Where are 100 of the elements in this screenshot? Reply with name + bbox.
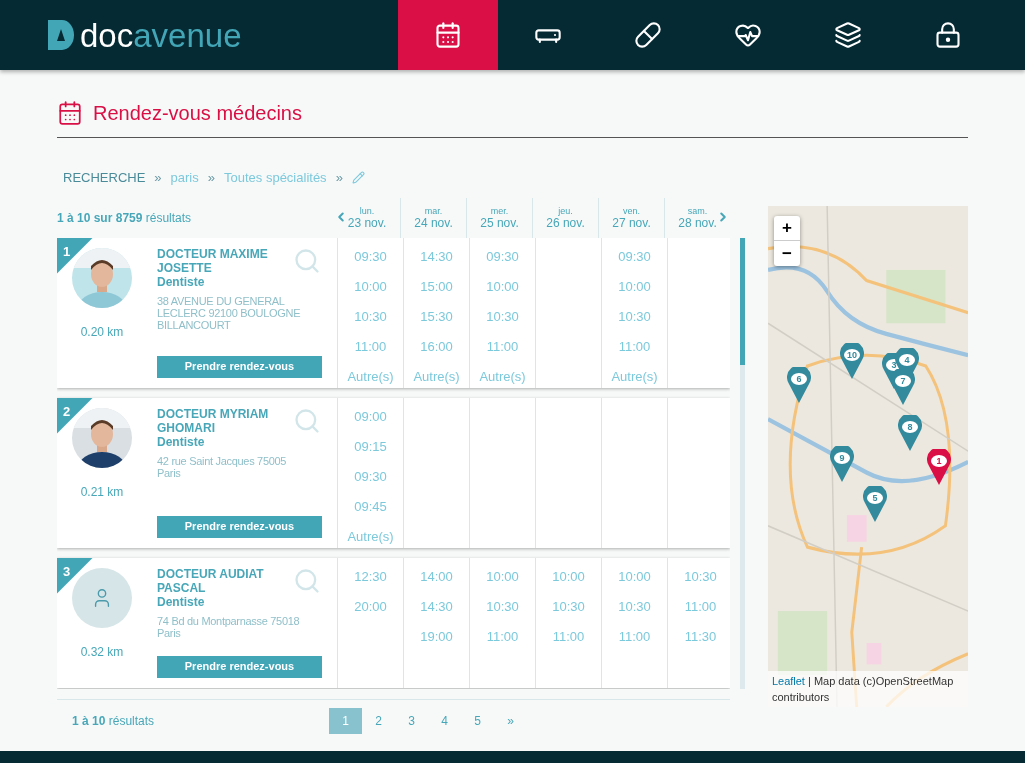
time-slot[interactable]: 14:30 bbox=[420, 591, 453, 622]
zoom-out-button[interactable]: − bbox=[773, 240, 800, 266]
more-slots-link[interactable]: Autre(s) bbox=[413, 361, 460, 388]
map-marker[interactable]: 5 bbox=[862, 485, 887, 522]
page-link[interactable]: 4 bbox=[428, 707, 461, 734]
map-marker[interactable]: 9 bbox=[829, 445, 854, 482]
date: 27 nov. bbox=[612, 215, 651, 230]
time-slot[interactable]: 19:00 bbox=[420, 621, 453, 652]
time-slot[interactable]: 10:30 bbox=[354, 301, 387, 332]
time-slot[interactable]: 14:00 bbox=[420, 561, 453, 592]
time-slot[interactable]: 11:30 bbox=[684, 621, 717, 652]
book-appointment-button[interactable]: Prendre rendez-vous bbox=[157, 515, 322, 538]
time-slot[interactable]: 11:00 bbox=[354, 331, 387, 362]
breadcrumb-link[interactable]: RECHERCHE bbox=[63, 168, 146, 188]
date: 26 nov. bbox=[546, 215, 585, 230]
specialty: Dentiste bbox=[157, 594, 206, 609]
specialty: Dentiste bbox=[157, 274, 206, 289]
rank-number: 1 bbox=[63, 242, 71, 261]
edit-icon[interactable] bbox=[351, 171, 365, 185]
pill-icon bbox=[634, 21, 662, 49]
time-slot[interactable]: 10:00 bbox=[486, 561, 519, 592]
page-link[interactable]: 5 bbox=[461, 707, 494, 734]
map[interactable]: + − 1 3 4 5 6 7 8 9 10 Leaflet | Map data (c)OpenStreetMap contributors bbox=[767, 205, 968, 707]
map-marker[interactable]: 7 bbox=[890, 368, 915, 405]
more-slots-link[interactable]: Autre(s) bbox=[347, 521, 394, 548]
time-slot[interactable]: 15:00 bbox=[420, 271, 453, 302]
results-summary: 1 à 10 résultats bbox=[72, 712, 156, 730]
results-count: 1 à 10 sur 8759 résultats bbox=[57, 209, 193, 227]
time-slot[interactable]: 20:00 bbox=[354, 591, 387, 622]
time-slot[interactable]: 09:00 bbox=[354, 401, 387, 432]
time-slot[interactable]: 09:30 bbox=[486, 241, 519, 272]
time-slot[interactable]: 09:30 bbox=[618, 241, 651, 272]
time-slot[interactable]: 10:30 bbox=[684, 561, 717, 592]
address: 42 rue Saint Jacques 75005 Paris bbox=[157, 454, 288, 479]
date: 24 nov. bbox=[414, 215, 453, 230]
doctor-name[interactable]: DOCTEUR MYRIAM GHOMARI bbox=[157, 406, 287, 435]
page-title: Rendez-vous médecins bbox=[93, 101, 302, 126]
page-link[interactable]: 3 bbox=[395, 707, 428, 734]
time-slot[interactable]: 12:30 bbox=[354, 561, 387, 592]
map-marker[interactable]: 1 bbox=[926, 448, 951, 485]
time-slot[interactable]: 16:00 bbox=[420, 331, 453, 362]
rank-number: 3 bbox=[63, 562, 71, 581]
time-slot[interactable]: 10:00 bbox=[486, 271, 519, 302]
time-slot[interactable]: 10:00 bbox=[354, 271, 387, 302]
time-slot[interactable]: 10:30 bbox=[618, 591, 651, 622]
leaflet-link[interactable]: Leaflet bbox=[771, 674, 805, 687]
breadcrumb-separator: » bbox=[154, 169, 162, 187]
more-slots-link[interactable]: Autre(s) bbox=[611, 361, 658, 388]
time-slot[interactable]: 14:30 bbox=[420, 241, 453, 272]
zoom-in-button[interactable]: + bbox=[773, 215, 800, 241]
time-slot[interactable]: 09:30 bbox=[354, 461, 387, 492]
page-link[interactable]: » bbox=[494, 707, 527, 734]
map-marker[interactable]: 10 bbox=[839, 342, 864, 379]
doctor-name[interactable]: DOCTEUR AUDIAT PASCAL bbox=[157, 566, 287, 595]
breadcrumb-link[interactable]: Toutes spécialités bbox=[224, 168, 327, 188]
date: 25 nov. bbox=[480, 215, 519, 230]
time-slot[interactable]: 10:30 bbox=[618, 301, 651, 332]
time-slot[interactable]: 11:00 bbox=[618, 331, 651, 362]
time-slot[interactable]: 10:00 bbox=[618, 271, 651, 302]
time-slot[interactable]: 10:00 bbox=[552, 561, 585, 592]
time-slot[interactable]: 15:30 bbox=[420, 301, 453, 332]
time-slot[interactable]: 10:30 bbox=[552, 591, 585, 622]
breadcrumb-link[interactable]: paris bbox=[170, 168, 199, 188]
distance: 0.20 km bbox=[80, 323, 124, 341]
time-slot[interactable]: 11:00 bbox=[684, 591, 717, 622]
time-slot[interactable]: 11:00 bbox=[486, 621, 519, 652]
scrollbar-thumb[interactable] bbox=[740, 237, 745, 365]
book-appointment-button[interactable]: Prendre rendez-vous bbox=[157, 655, 322, 678]
time-slot[interactable]: 11:00 bbox=[486, 331, 519, 362]
weekday: lun. bbox=[359, 205, 375, 216]
map-marker[interactable]: 8 bbox=[897, 414, 922, 451]
distance: 0.32 km bbox=[80, 643, 124, 661]
time-slot[interactable]: 11:00 bbox=[618, 621, 651, 652]
time-slot[interactable]: 10:00 bbox=[618, 561, 651, 592]
doctor-name[interactable]: DOCTEUR MAXIME JOSETTE bbox=[157, 246, 287, 275]
calendar-icon bbox=[434, 21, 462, 49]
specialty: Dentiste bbox=[157, 434, 206, 449]
time-slot[interactable]: 10:30 bbox=[486, 301, 519, 332]
page-link[interactable]: 2 bbox=[362, 707, 395, 734]
weekday: mar. bbox=[424, 205, 443, 216]
page-link[interactable]: 1 bbox=[329, 707, 362, 734]
time-slot[interactable]: 09:15 bbox=[354, 431, 387, 462]
weekday: jeu. bbox=[558, 205, 573, 216]
breadcrumb-separator: » bbox=[207, 169, 215, 187]
more-slots-link[interactable]: Autre(s) bbox=[347, 361, 394, 388]
weekday: ven. bbox=[623, 205, 640, 216]
attribution-text: Leaflet | Map data (c)OpenStreetMap contributors bbox=[771, 674, 954, 703]
time-slot[interactable]: 09:45 bbox=[354, 491, 387, 522]
book-appointment-button[interactable]: Prendre rendez-vous bbox=[157, 355, 322, 378]
time-slot[interactable]: 09:30 bbox=[354, 241, 387, 272]
time-slot[interactable]: 11:00 bbox=[552, 621, 585, 652]
breadcrumb-separator: » bbox=[335, 169, 343, 187]
logo-text: docavenue bbox=[80, 18, 242, 52]
date: 23 nov. bbox=[347, 215, 387, 230]
map-marker[interactable]: 6 bbox=[786, 366, 811, 403]
address: 74 Bd du Montparnasse 75018 Paris bbox=[157, 614, 301, 639]
more-slots-link[interactable]: Autre(s) bbox=[479, 361, 526, 388]
time-slot[interactable]: 10:30 bbox=[486, 591, 519, 622]
weekday: mer. bbox=[490, 205, 509, 216]
distance: 0.21 km bbox=[80, 483, 124, 501]
